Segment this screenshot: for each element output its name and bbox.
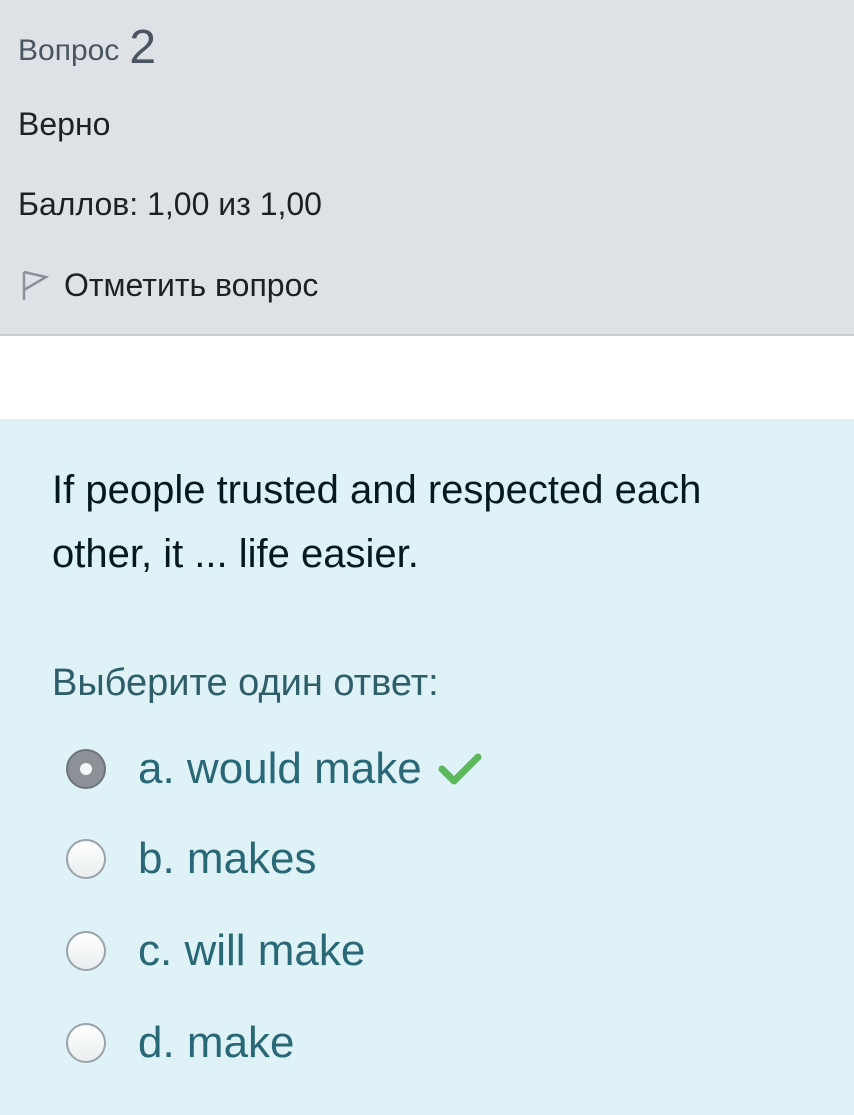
- radio-button-a[interactable]: [66, 749, 106, 789]
- answer-option-label: a. would make: [138, 744, 422, 793]
- question-info-panel: Вопрос 2 Верно Баллов: 1,00 из 1,00 Отмет…: [0, 0, 854, 336]
- answer-prompt: Выберите один ответ:: [52, 662, 439, 704]
- flag-question-link[interactable]: Отметить вопрос: [18, 266, 318, 304]
- radio-button-b[interactable]: [66, 839, 106, 879]
- question-grade: Баллов: 1,00 из 1,00: [18, 186, 322, 222]
- question-state: Верно: [18, 106, 111, 142]
- answer-option-label: c. will make: [138, 926, 366, 975]
- answer-option-b[interactable]: b. makes: [66, 834, 317, 884]
- answer-option-c[interactable]: c. will make: [66, 926, 365, 976]
- flag-outline-icon: [22, 270, 50, 300]
- answer-option-d[interactable]: d. make: [66, 1018, 295, 1068]
- answer-option-label: d. make: [138, 1018, 295, 1067]
- radio-button-c[interactable]: [66, 931, 106, 971]
- answer-option-label: b. makes: [138, 834, 317, 883]
- question-text: If people trusted and respected each oth…: [52, 468, 702, 576]
- checkmark-icon: [438, 753, 482, 785]
- question-title: Вопрос 2: [18, 22, 156, 77]
- answer-option-a[interactable]: a. would make: [66, 744, 482, 794]
- question-label: Вопрос: [18, 34, 120, 67]
- question-number: 2: [129, 21, 157, 74]
- flag-question-label: Отметить вопрос: [64, 266, 319, 303]
- radio-button-d[interactable]: [66, 1023, 106, 1063]
